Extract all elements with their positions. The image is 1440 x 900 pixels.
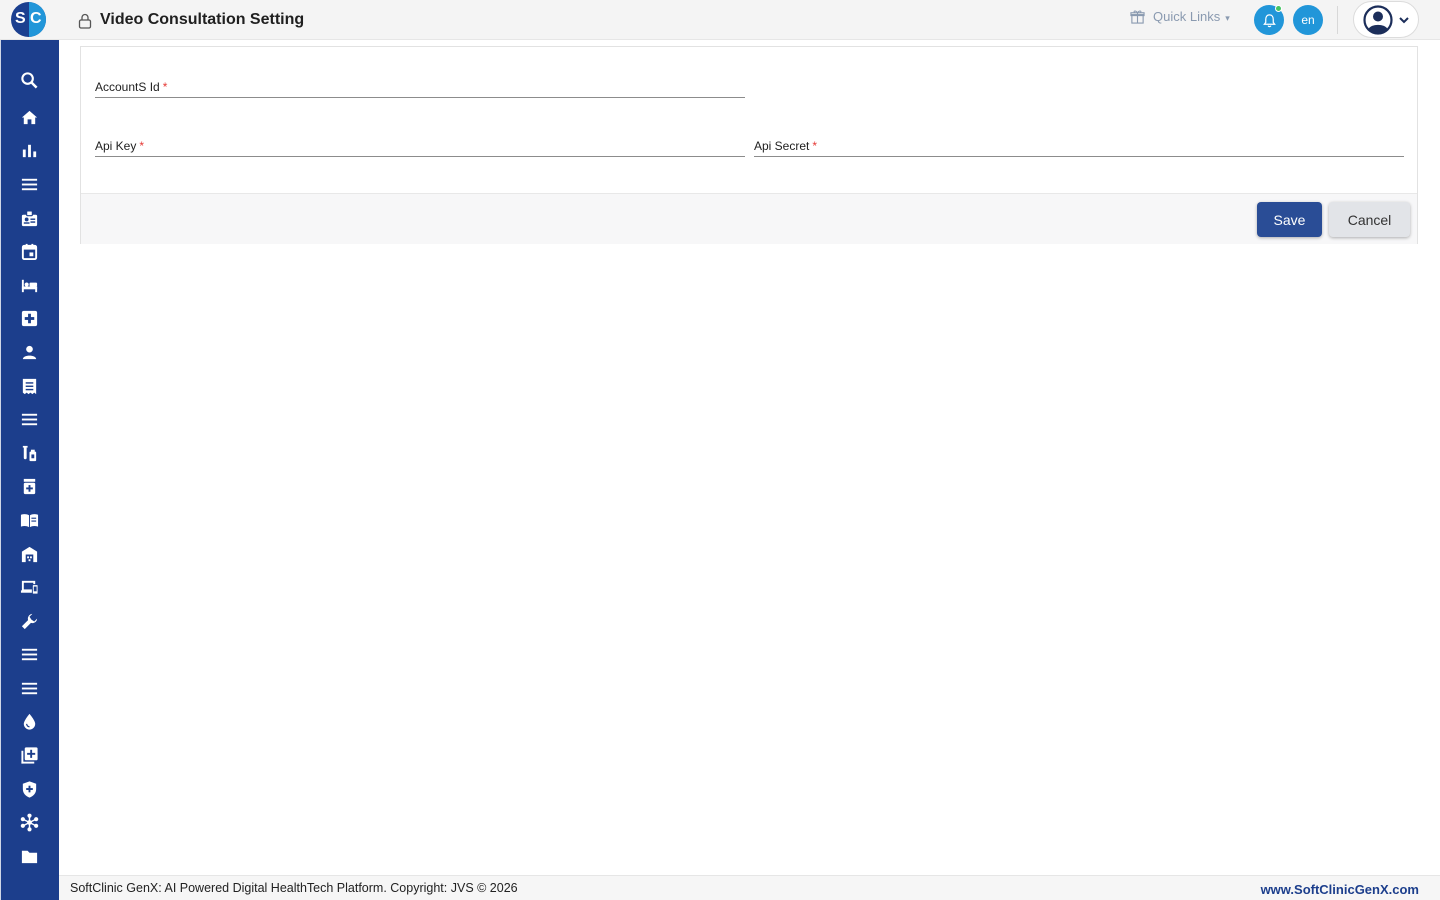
api-secret-input[interactable] (754, 135, 1404, 156)
sidebar-receipt-icon[interactable] (19, 376, 39, 396)
logo-letter-c: C (30, 10, 42, 27)
sidebar-warehouse-icon[interactable] (19, 544, 39, 564)
page-title: Video Consultation Setting (100, 11, 305, 28)
sidebar-menu-icon[interactable] (19, 678, 39, 698)
sidebar-bar-chart-icon[interactable] (19, 140, 39, 160)
accounts-id-field[interactable]: AccountS Id * (95, 76, 745, 98)
top-header: S C Video Consultation Setting Quick Lin… (0, 0, 1440, 40)
sidebar-bed-icon[interactable] (19, 275, 39, 295)
user-menu-button[interactable] (1353, 1, 1419, 38)
sidebar-book-icon[interactable] (19, 510, 39, 530)
gift-icon (1130, 10, 1145, 24)
copyright-text: SoftClinic GenX: AI Powered Digital Heal… (70, 881, 518, 895)
logo-letter-s: S (15, 10, 26, 27)
sidebar-menu-icon[interactable] (19, 409, 39, 429)
sidebar-medicine-bottle-icon[interactable] (19, 476, 39, 496)
sidebar-hub-icon[interactable] (19, 812, 39, 832)
sidebar (0, 40, 59, 900)
sidebar-wrench-icon[interactable] (19, 611, 39, 631)
website-link[interactable]: www.SoftClinicGenX.com (1261, 882, 1419, 897)
sidebar-add-library-icon[interactable] (19, 745, 39, 765)
quick-links-dropdown[interactable]: Quick Links ▾ (1130, 9, 1230, 24)
save-button[interactable]: Save (1257, 202, 1322, 237)
cancel-button[interactable]: Cancel (1329, 202, 1410, 237)
sidebar-menu-icon[interactable] (19, 174, 39, 194)
api-secret-field[interactable]: Api Secret * (754, 135, 1404, 157)
sidebar-search-icon[interactable] (19, 70, 39, 90)
chevron-down-icon (1399, 16, 1409, 23)
sidebar-badge-icon[interactable] (19, 208, 39, 228)
lock-icon (78, 13, 92, 29)
sidebar-calendar-icon[interactable] (19, 241, 39, 261)
app-logo[interactable]: S C (11, 2, 46, 37)
quick-links-label: Quick Links (1153, 9, 1221, 24)
sidebar-lab-tubes-icon[interactable] (19, 443, 39, 463)
notifications-button[interactable] (1254, 5, 1284, 35)
video-consultation-form: AccountS Id * Api Key * Api Secret * Save C… (80, 46, 1418, 244)
sidebar-folder-icon[interactable] (19, 846, 39, 866)
caret-down-icon: ▾ (1225, 13, 1230, 23)
sidebar-shield-icon[interactable] (19, 779, 39, 799)
form-actions: Save Cancel (81, 193, 1417, 244)
sidebar-blood-drop-icon[interactable] (19, 711, 39, 731)
sidebar-person-icon[interactable] (19, 342, 39, 362)
sidebar-menu-icon[interactable] (19, 644, 39, 664)
page-footer: SoftClinic GenX: AI Powered Digital Heal… (59, 875, 1440, 900)
header-divider (1337, 6, 1338, 34)
notification-dot (1275, 5, 1282, 12)
bell-icon (1262, 13, 1276, 27)
accounts-id-input[interactable] (95, 76, 745, 97)
sidebar-home-icon[interactable] (19, 107, 39, 127)
api-key-field[interactable]: Api Key * (95, 135, 745, 157)
avatar-icon (1363, 4, 1393, 35)
sidebar-devices-icon[interactable] (19, 577, 39, 597)
sidebar-medical-plus-icon[interactable] (19, 308, 39, 328)
api-key-input[interactable] (95, 135, 745, 156)
language-button[interactable]: en (1293, 5, 1323, 35)
